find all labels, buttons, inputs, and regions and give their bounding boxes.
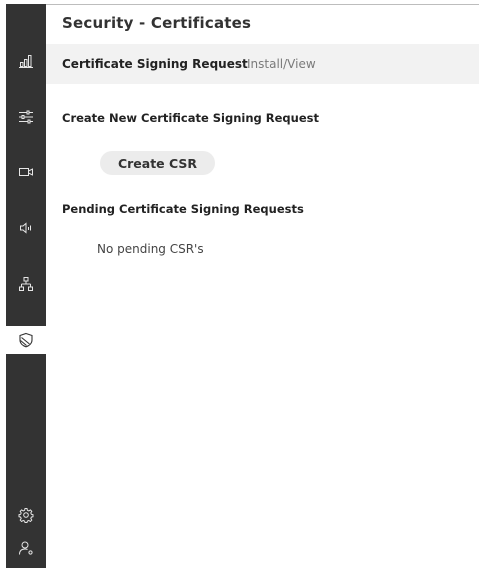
pending-csr-heading: Pending Certificate Signing Requests: [62, 202, 304, 216]
sidebar: [6, 4, 46, 568]
sidebar-item-security[interactable]: [6, 326, 46, 354]
sidebar-item-video[interactable]: [6, 158, 46, 186]
sidebar-item-network[interactable]: [6, 270, 46, 298]
video-camera-icon: [19, 168, 33, 176]
tab-certificate-signing-request[interactable]: Certificate Signing Request: [62, 57, 248, 71]
tab-install-view[interactable]: Install/View: [247, 57, 316, 71]
gear-icon: [18, 508, 34, 523]
sidebar-item-audio[interactable]: [6, 214, 46, 242]
empty-state-message: No pending CSR's: [97, 242, 204, 256]
create-csr-button[interactable]: Create CSR: [100, 151, 215, 175]
user-settings-icon: [19, 541, 33, 555]
sidebar-item-statistics[interactable]: [6, 47, 46, 75]
sidebar-item-settings[interactable]: [6, 501, 46, 529]
create-csr-heading: Create New Certificate Signing Request: [62, 111, 319, 125]
network-icon: [19, 277, 33, 291]
bar-chart-icon: [19, 55, 33, 68]
sliders-icon: [19, 110, 33, 124]
sidebar-item-user[interactable]: [6, 534, 46, 562]
tab-bar: Certificate Signing Request Install/View: [46, 44, 479, 84]
page-title: Security - Certificates: [62, 14, 252, 32]
shield-icon: [19, 332, 33, 348]
app-window: Security - Certificates Certificate Sign…: [0, 0, 479, 568]
main-content: Security - Certificates Certificate Sign…: [46, 5, 479, 568]
audio-speaker-icon: [20, 222, 31, 234]
sidebar-item-adjustments[interactable]: [6, 103, 46, 131]
